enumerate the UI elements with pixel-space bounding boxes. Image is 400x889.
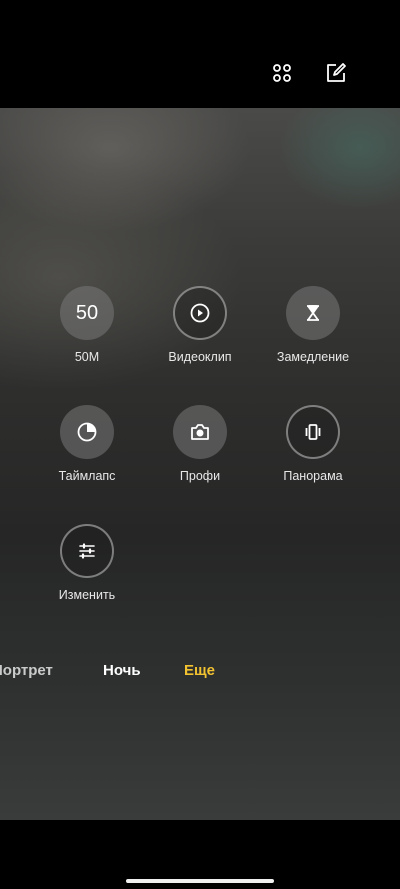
mode-slowmotion[interactable]: Замедление: [253, 286, 373, 364]
camera-viewfinder: 50 50M Видеоклип Замедление Таймлапс Про…: [0, 108, 400, 820]
tab-night[interactable]: Ночь: [103, 662, 141, 679]
mode-label: Изменить: [58, 588, 116, 602]
mode-tabs: Портрет Ночь Еще: [0, 662, 400, 684]
grid-dots-icon[interactable]: [269, 60, 295, 86]
mode-panorama[interactable]: Панорама: [253, 405, 373, 483]
mode-label: Видеоклип: [168, 350, 232, 364]
top-bar: [0, 0, 400, 108]
mode-label: Профи: [179, 469, 221, 483]
mode-label: Панорама: [283, 469, 343, 483]
mode-edit[interactable]: Изменить: [27, 524, 147, 602]
camera-icon: [173, 405, 227, 459]
tab-more[interactable]: Еще: [184, 662, 215, 679]
mode-50m[interactable]: 50 50M: [27, 286, 147, 364]
50-text-icon: 50: [60, 286, 114, 340]
sliders-icon: [60, 524, 114, 578]
mode-label: Таймлапс: [58, 469, 116, 483]
mode-timelapse[interactable]: Таймлапс: [27, 405, 147, 483]
mode-label: Замедление: [276, 350, 350, 364]
panorama-icon: [286, 405, 340, 459]
mode-pro[interactable]: Профи: [140, 405, 260, 483]
tab-portrait[interactable]: Портрет: [0, 662, 53, 679]
mode-50m-icon-text: 50: [75, 301, 99, 324]
mode-videoclip[interactable]: Видеоклип: [140, 286, 260, 364]
mode-label: 50M: [74, 350, 100, 364]
play-icon: [173, 286, 227, 340]
timer-icon: [60, 405, 114, 459]
edit-icon[interactable]: [323, 60, 349, 86]
home-indicator[interactable]: [126, 879, 274, 883]
hourglass-icon: [286, 286, 340, 340]
